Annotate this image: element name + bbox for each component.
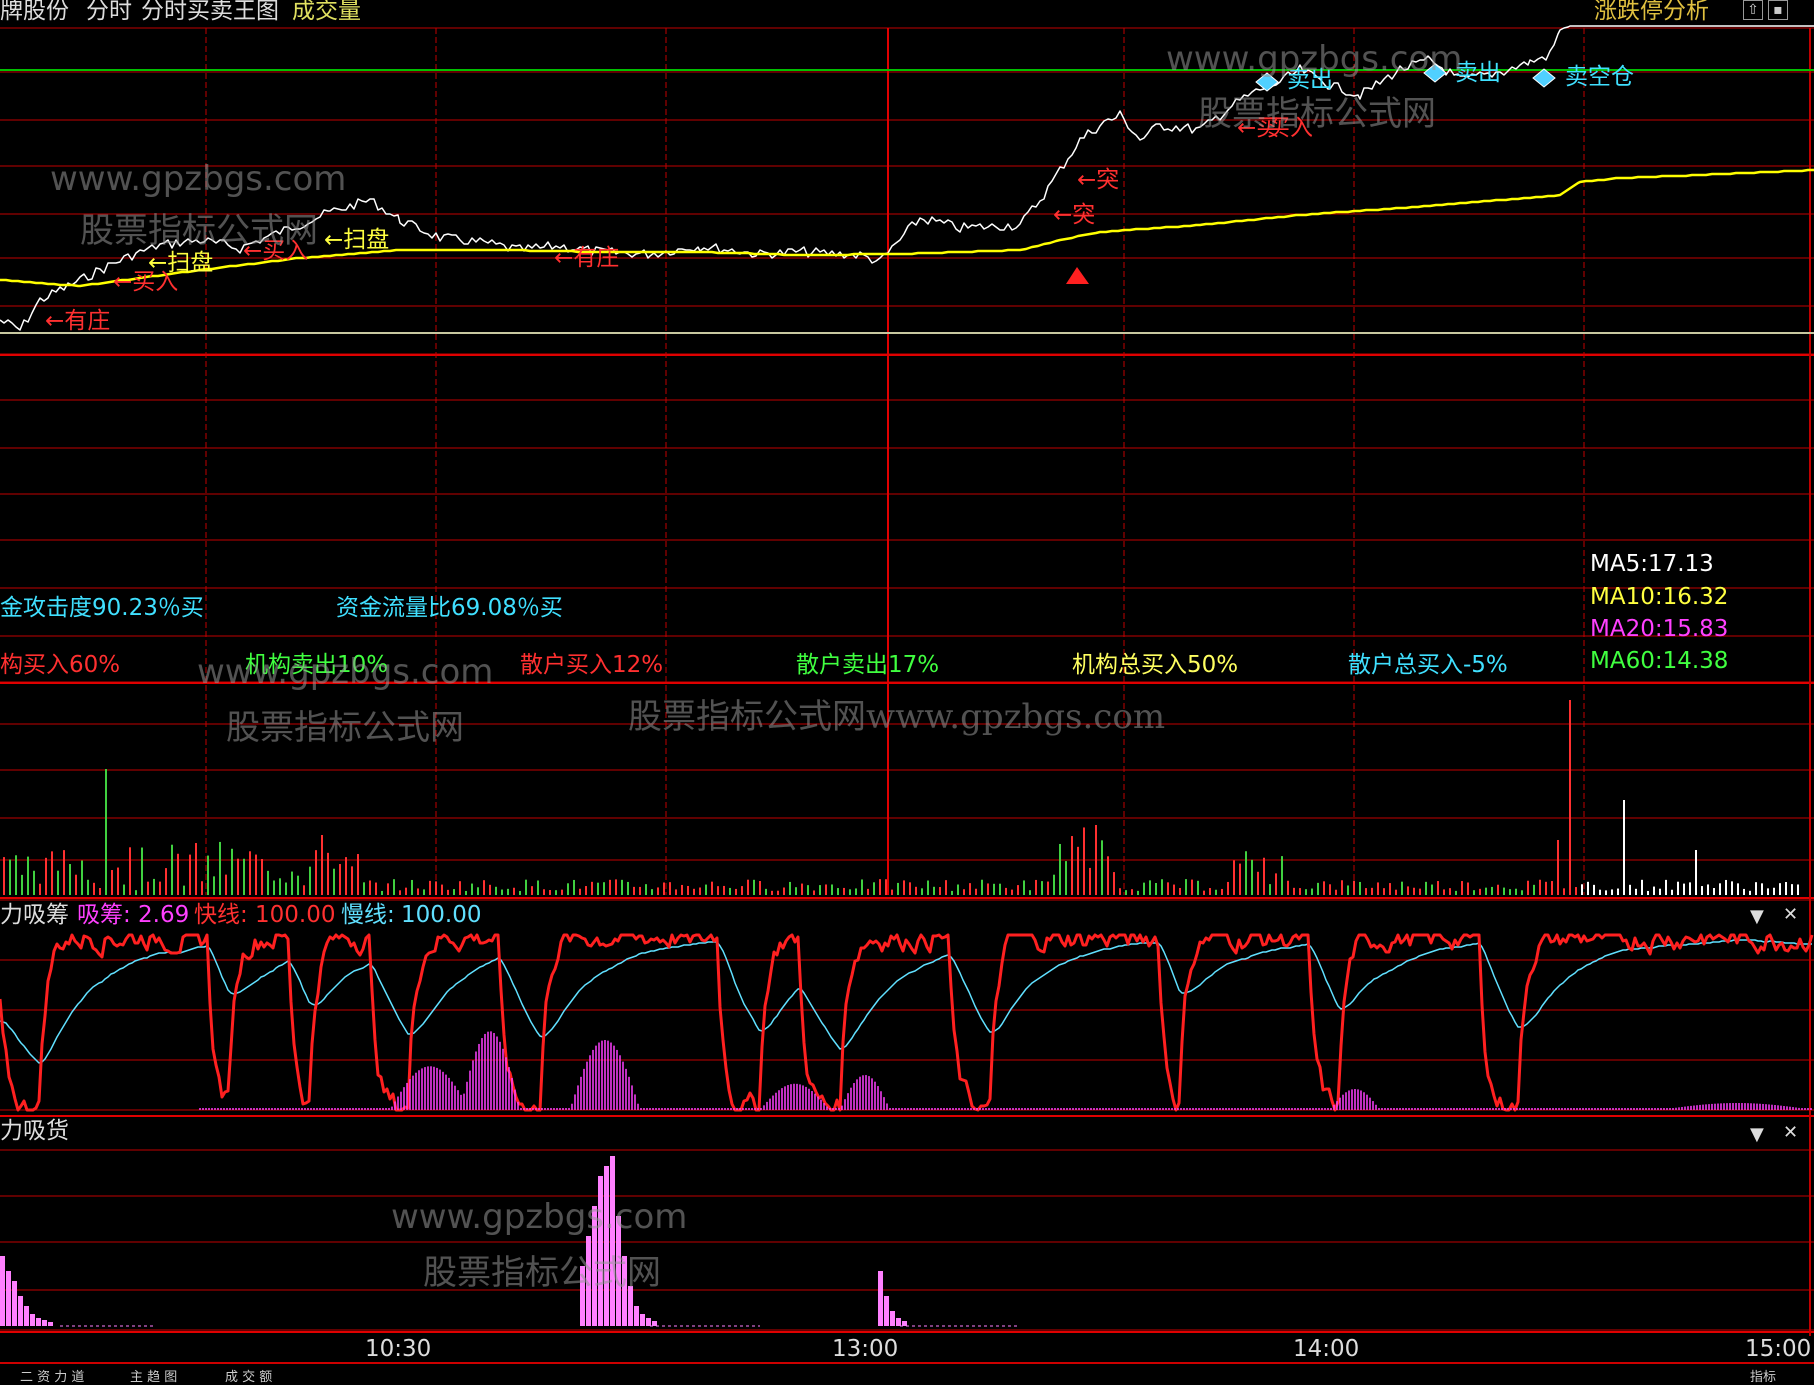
absorb-goods-bar	[890, 1311, 895, 1326]
time-tick: 15:00	[1745, 1336, 1812, 1362]
panel2-close-icon[interactable]: ✕	[1783, 1122, 1798, 1143]
absorb-goods-bar	[36, 1318, 41, 1326]
ma5-value: MA5:17.13	[1590, 551, 1714, 577]
absorb-goods-bar	[604, 1166, 609, 1326]
absorb-goods-bar	[896, 1318, 901, 1326]
time-tick: 10:30	[365, 1336, 432, 1362]
window-toggle-icon[interactable]: ▪	[1768, 0, 1788, 20]
absorb-goods-bar	[878, 1271, 883, 1326]
slow-value: 100.00	[401, 902, 482, 928]
time-tick: 13:00	[832, 1336, 899, 1362]
absorb-goods-bar	[610, 1156, 615, 1326]
watermark: www.gpzbgs.com	[1166, 39, 1463, 79]
watermark: 股票指标公式网	[226, 708, 464, 748]
absorb-goods-bar	[652, 1321, 657, 1326]
slow-label: 慢线:	[341, 902, 395, 928]
panel1-title: 力吸筹	[0, 902, 69, 928]
panel1-close-icon[interactable]: ✕	[1783, 904, 1798, 925]
fast-value: 100.00	[255, 902, 336, 928]
absorb-label: 吸筹:	[77, 902, 131, 928]
absorb-goods-bar	[0, 1256, 5, 1326]
absorb-goods-bar	[884, 1296, 889, 1326]
absorb-value: 2.69	[138, 902, 190, 928]
watermark: 股票指标公式网	[423, 1253, 661, 1293]
flow-ratio: 资金流量比69.08％买	[336, 595, 563, 621]
watermark: www.gpzbgs.com	[50, 159, 347, 199]
absorb-goods-bar	[902, 1321, 907, 1326]
limit-analysis[interactable]: 涨跌停分析	[1594, 0, 1709, 23]
signal-label: ←扫盘	[324, 227, 390, 253]
absorb-goods-bar	[634, 1306, 639, 1326]
retail-buy: 散户买入12%	[520, 652, 664, 678]
absorb-goods-bar	[42, 1320, 47, 1326]
signal-label: ←突	[1053, 202, 1096, 228]
absorb-goods-bar	[6, 1271, 11, 1326]
watermark: 股票指标公式网www.gpzbgs.com	[628, 697, 1166, 737]
buy-triangle-marker	[1066, 267, 1089, 284]
signal-label: ←突	[1077, 167, 1120, 193]
bottom-tab[interactable]: 主 趋 图	[130, 1366, 177, 1385]
watermark: 股票指标公式网	[1198, 94, 1436, 134]
bottom-tab-bar: 二 资 力 道 主 趋 图 成 交 额 指标	[0, 1362, 1814, 1385]
ma10-value: MA10:16.32	[1590, 584, 1729, 610]
inst-buy: 构买入60%	[0, 652, 121, 678]
expand-icon[interactable]: ⇧	[1743, 0, 1763, 20]
absorb-goods-bar	[24, 1306, 29, 1326]
retail-sell: 散户卖出17%	[796, 652, 940, 678]
ma60-value: MA60:14.38	[1590, 648, 1729, 674]
absorb-goods-bar	[640, 1314, 645, 1326]
slow-line	[0, 939, 1812, 1064]
bottom-tab[interactable]: 二 资 力 道	[20, 1366, 84, 1385]
panel1-menu-icon[interactable]: ▼	[1750, 906, 1764, 927]
absorb-goods-bar	[30, 1314, 35, 1326]
signal-label: ←扫盘	[148, 250, 214, 276]
watermark: www.gpzbgs.com	[391, 1197, 688, 1237]
watermark: 股票指标公式网	[80, 211, 318, 251]
fast-label: 快线:	[194, 902, 248, 928]
indicator-name[interactable]: 分时买卖王图	[141, 0, 279, 23]
absorb-goods-bar	[646, 1318, 651, 1326]
attack-degree: 金攻击度90.23％买	[0, 595, 204, 621]
signal-label: ←有庄	[554, 245, 620, 271]
panel2-menu-icon[interactable]: ▼	[1750, 1124, 1764, 1145]
panel2-title: 力吸货	[0, 1118, 69, 1144]
ma20-value: MA20:15.83	[1590, 616, 1729, 642]
bottom-tab[interactable]: 指标	[1750, 1366, 1776, 1385]
bottom-tab[interactable]: 成 交 额	[225, 1366, 272, 1385]
watermark: www.gpzbgs.com	[197, 652, 494, 692]
stock-name: 牌股份	[0, 0, 69, 24]
mode-label[interactable]: 分时	[86, 0, 132, 23]
absorb-goods-bar	[12, 1281, 17, 1326]
time-tick: 14:00	[1293, 1336, 1360, 1362]
volume-label: 成交量	[292, 0, 361, 24]
absorb-goods-bar	[48, 1322, 53, 1326]
signal-label: 卖空仓	[1565, 64, 1634, 90]
inst-total: 机构总买入50%	[1072, 652, 1239, 678]
retail-total: 散户总买入-5%	[1348, 652, 1508, 678]
absorb-goods-bar	[18, 1296, 23, 1326]
signal-label: ←有庄	[45, 308, 111, 334]
fast-line	[0, 933, 1814, 1112]
